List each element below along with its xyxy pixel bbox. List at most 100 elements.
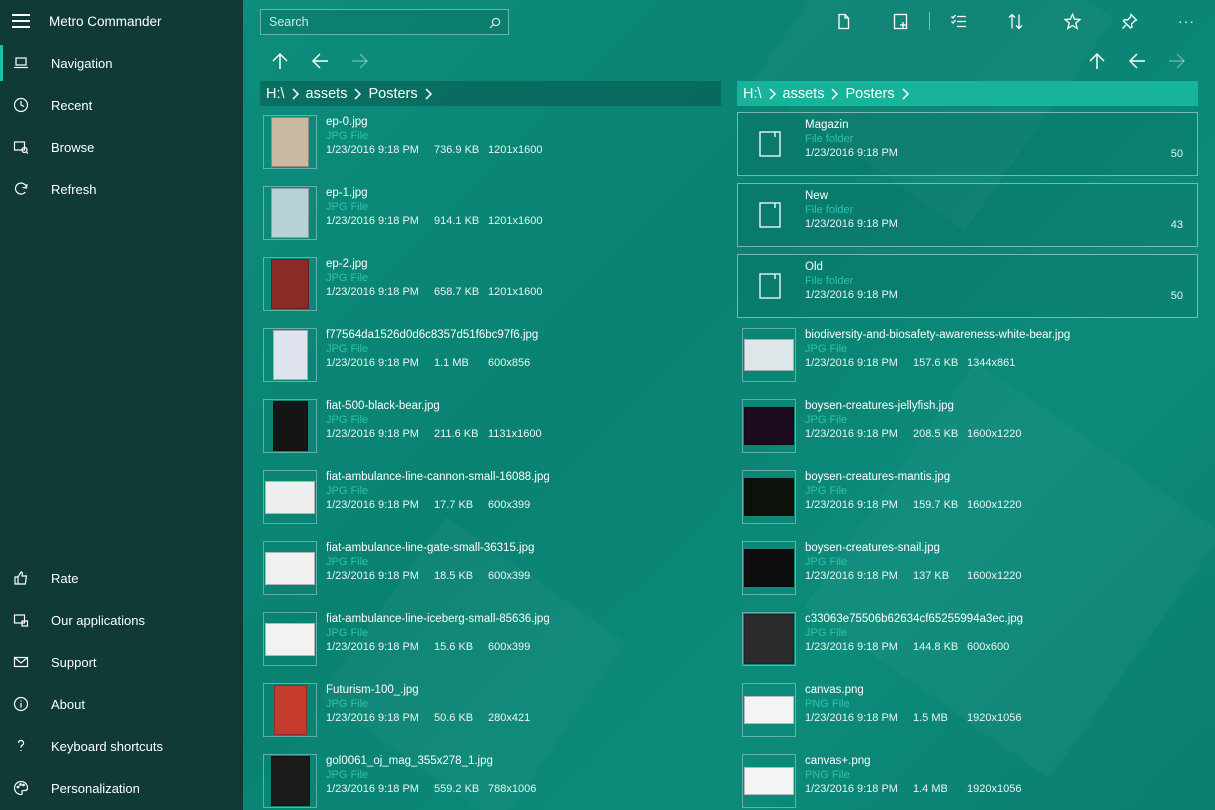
file-item[interactable]: fiat-ambulance-line-cannon-small-16088.j… — [263, 467, 721, 538]
folder-item[interactable]: Old File folder 1/23/2016 9:18 PM 50 — [737, 254, 1198, 318]
right-back-button[interactable] — [1117, 50, 1157, 72]
sidebar-item-about[interactable]: About — [0, 683, 243, 725]
file-size: 658.7 KB — [434, 286, 480, 298]
sidebar-top-list: Navigation Recent Browse Refresh — [0, 42, 243, 210]
left-breadcrumb: H:\ assets Posters — [260, 81, 721, 106]
right-up-button[interactable] — [1077, 50, 1117, 72]
file-item[interactable]: gol0061_oj_mag_355x278_1.jpg JPG File 1/23… — [263, 751, 721, 810]
file-meta: 1/23/2016 9:18 PM 559.2 KB 788x1006 — [326, 782, 536, 796]
more-button[interactable]: ··· — [1158, 8, 1215, 34]
file-name: gol0061_oj_mag_355x278_1.jpg — [326, 755, 493, 767]
file-item[interactable]: boysen-creatures-mantis.jpg JPG File 1/23/… — [742, 467, 1198, 538]
file-info: ep-0.jpg JPG File 1/23/2016 9:18 PM 736.9 K… — [326, 112, 542, 157]
clock-icon — [13, 97, 29, 113]
left-up-button[interactable] — [260, 50, 300, 72]
sidebar-item-support[interactable]: Support — [0, 641, 243, 683]
right-forward-button[interactable] — [1157, 50, 1197, 72]
file-size: 1.1 MB — [434, 357, 469, 369]
file-item[interactable]: c33063e75506b62634cf65255994a3ec.jpg JPG … — [742, 609, 1198, 680]
breadcrumb-label: Posters — [845, 85, 895, 102]
right-files: biodiversity-and-biosafety-awareness-whi… — [737, 325, 1198, 810]
thumbnail-image — [265, 551, 315, 585]
pin-button[interactable] — [1101, 8, 1158, 34]
sidebar-item-browse[interactable]: Browse — [0, 126, 243, 168]
sort-button[interactable] — [987, 8, 1044, 34]
file-item[interactable]: Futurism-100_.jpg JPG File 1/23/2016 9:18 … — [263, 680, 721, 751]
select-button[interactable] — [930, 8, 987, 34]
favorite-button[interactable] — [1044, 8, 1101, 34]
app-header: Metro Commander — [0, 0, 243, 42]
browse-icon — [13, 139, 29, 155]
file-date: 1/23/2016 9:18 PM — [805, 783, 898, 795]
new-file-button[interactable] — [815, 8, 872, 34]
search-input[interactable] — [261, 15, 489, 29]
hamburger-menu-icon[interactable] — [12, 14, 30, 28]
file-item[interactable]: f77564da1526d0d6c8357d51f6bc97f6.jpg JPG … — [263, 325, 721, 396]
file-name: fiat-ambulance-line-gate-small-36315.jpg — [326, 542, 535, 554]
file-dimensions: 1600x1220 — [967, 428, 1022, 440]
file-thumbnail — [263, 328, 317, 382]
right-breadcrumb: H:\ assets Posters — [737, 81, 1198, 106]
file-info: fiat-ambulance-line-gate-small-36315.jpg… — [326, 538, 534, 583]
breadcrumb-segment[interactable]: Posters — [845, 86, 909, 102]
file-dimensions: 600x600 — [967, 641, 1010, 653]
file-name: biodiversity-and-biosafety-awareness-whi… — [805, 329, 1071, 341]
file-item[interactable]: fiat-ambulance-line-iceberg-small-85636.… — [263, 609, 721, 680]
file-item[interactable]: ep-1.jpg JPG File 1/23/2016 9:18 PM 914.1 K… — [263, 183, 721, 254]
sidebar-item-label: Rate — [51, 570, 79, 586]
file-info: biodiversity-and-biosafety-awareness-whi… — [805, 325, 1070, 370]
file-dimensions: 1131x1600 — [488, 428, 542, 440]
file-size: 50.6 KB — [434, 712, 474, 724]
sidebar-item-navigation[interactable]: Navigation — [0, 42, 243, 84]
file-type: JPG File — [326, 343, 369, 355]
folder-item-count: 50 — [1170, 290, 1183, 302]
thumbnail-image — [272, 401, 308, 451]
file-item[interactable]: canvas.png PNG File 1/23/2016 9:18 PM 1.5 M… — [742, 680, 1198, 751]
left-file-list: ep-0.jpg JPG File 1/23/2016 9:18 PM 736.9 K… — [263, 112, 721, 810]
breadcrumb-segment[interactable]: assets — [783, 86, 840, 102]
sidebar-item-recent[interactable]: Recent — [0, 84, 243, 126]
folder-item[interactable]: Magazin File folder 1/23/2016 9:18 PM 50 — [737, 112, 1198, 176]
file-item[interactable]: ep-2.jpg JPG File 1/23/2016 9:18 PM 658.7 K… — [263, 254, 721, 325]
sidebar-item-keyboard-shortcuts[interactable]: Keyboard shortcuts — [0, 725, 243, 767]
sidebar-item-our-applications[interactable]: Our applications — [0, 599, 243, 641]
file-item[interactable]: canvas+.png PNG File 1/23/2016 9:18 PM 1.4 … — [742, 751, 1198, 810]
file-item[interactable]: boysen-creatures-snail.jpg JPG File 1/23/2… — [742, 538, 1198, 609]
main-area: ··· H:\ assets Posters H:\ assets Posters ep… — [243, 0, 1215, 810]
file-type: JPG File — [326, 485, 369, 497]
folder-icon — [738, 184, 802, 246]
file-item[interactable]: fiat-ambulance-line-gate-small-36315.jpg… — [263, 538, 721, 609]
left-forward-button[interactable] — [340, 50, 380, 72]
folder-item-count: 43 — [1170, 219, 1183, 231]
file-item[interactable]: biodiversity-and-biosafety-awareness-whi… — [742, 325, 1198, 396]
sidebar-item-rate[interactable]: Rate — [0, 557, 243, 599]
file-thumbnail — [742, 399, 796, 453]
right-pane-navigation — [1077, 50, 1197, 72]
breadcrumb-segment[interactable]: H:\ — [266, 86, 300, 102]
file-item[interactable]: ep-0.jpg JPG File 1/23/2016 9:18 PM 736.9 K… — [263, 112, 721, 183]
folder-item[interactable]: New File folder 1/23/2016 9:18 PM 43 — [737, 183, 1198, 247]
file-type: JPG File — [805, 556, 848, 568]
folder-name: Magazin — [805, 119, 849, 131]
breadcrumb-segment[interactable]: assets — [306, 86, 363, 102]
breadcrumb-segment[interactable]: Posters — [368, 86, 432, 102]
file-item[interactable]: fiat-500-black-bear.jpg JPG File 1/23/2016… — [263, 396, 721, 467]
file-thumbnail — [263, 257, 317, 311]
file-dimensions: 788x1006 — [488, 783, 537, 795]
app-title: Metro Commander — [49, 13, 162, 29]
file-name: ep-0.jpg — [326, 116, 368, 128]
file-meta: 1/23/2016 9:18 PM 18.5 KB 600x399 — [326, 569, 534, 583]
file-date: 1/23/2016 9:18 PM — [326, 783, 419, 795]
sidebar-item-personalization[interactable]: Personalization — [0, 767, 243, 809]
breadcrumb-label: H:\ — [743, 85, 762, 102]
new-folder-button[interactable] — [872, 8, 929, 34]
file-info: fiat-ambulance-line-cannon-small-16088.j… — [326, 467, 550, 512]
file-thumbnail — [263, 186, 317, 240]
thumbnail-image — [271, 117, 309, 167]
file-meta: 1/23/2016 9:18 PM 50.6 KB 280x421 — [326, 711, 530, 725]
left-back-button[interactable] — [300, 50, 340, 72]
sidebar-item-refresh[interactable]: Refresh — [0, 168, 243, 210]
search-icon[interactable] — [489, 16, 501, 29]
file-item[interactable]: boysen-creatures-jellyfish.jpg JPG File 1/… — [742, 396, 1198, 467]
breadcrumb-segment[interactable]: H:\ — [743, 86, 777, 102]
